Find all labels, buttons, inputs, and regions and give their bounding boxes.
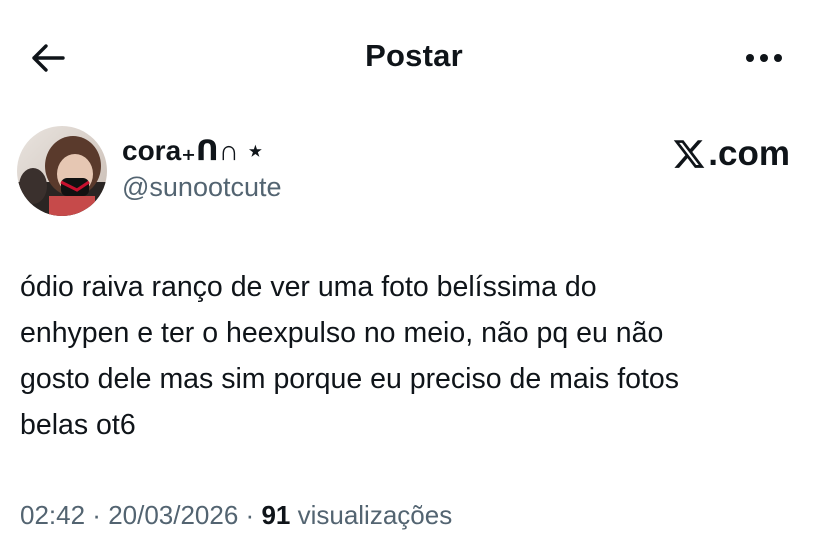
tweet-meta: 02:42 · 20/03/2026 · 91 visualizações xyxy=(20,500,452,531)
x-logo-icon xyxy=(674,140,705,168)
meta-separator: · xyxy=(85,500,109,530)
header: Postar xyxy=(0,0,828,112)
tweet-time[interactable]: 02:42 xyxy=(20,500,85,530)
avatar[interactable] xyxy=(17,126,107,216)
x-com-logo: .com xyxy=(672,134,790,174)
tweet-line: gosto dele mas sim porque eu preciso de … xyxy=(20,363,680,395)
user-handle[interactable]: @sunootcute xyxy=(122,172,282,203)
tweet-line: ódio raiva ranço de ver uma foto belíssi… xyxy=(20,271,597,303)
tweet-text: ódio raiva ranço de ver uma foto belíssi… xyxy=(20,264,810,448)
page-title: Postar xyxy=(365,38,463,73)
meta-separator: · xyxy=(238,500,262,530)
x-com-label: .com xyxy=(708,134,790,173)
tweet-date[interactable]: 20/03/2026 xyxy=(108,500,238,530)
tweet-line: belas ot6 xyxy=(20,409,136,441)
more-horizontal-icon xyxy=(746,54,782,62)
views-count[interactable]: 91 xyxy=(261,500,290,530)
display-name[interactable]: cora₊ᑎ∩ ⋆ xyxy=(122,134,264,167)
more-options-button[interactable] xyxy=(738,38,790,78)
views-label: visualizações xyxy=(290,500,453,530)
tweet-line: enhypen e ter o heexpulso no meio, não p… xyxy=(20,317,664,349)
